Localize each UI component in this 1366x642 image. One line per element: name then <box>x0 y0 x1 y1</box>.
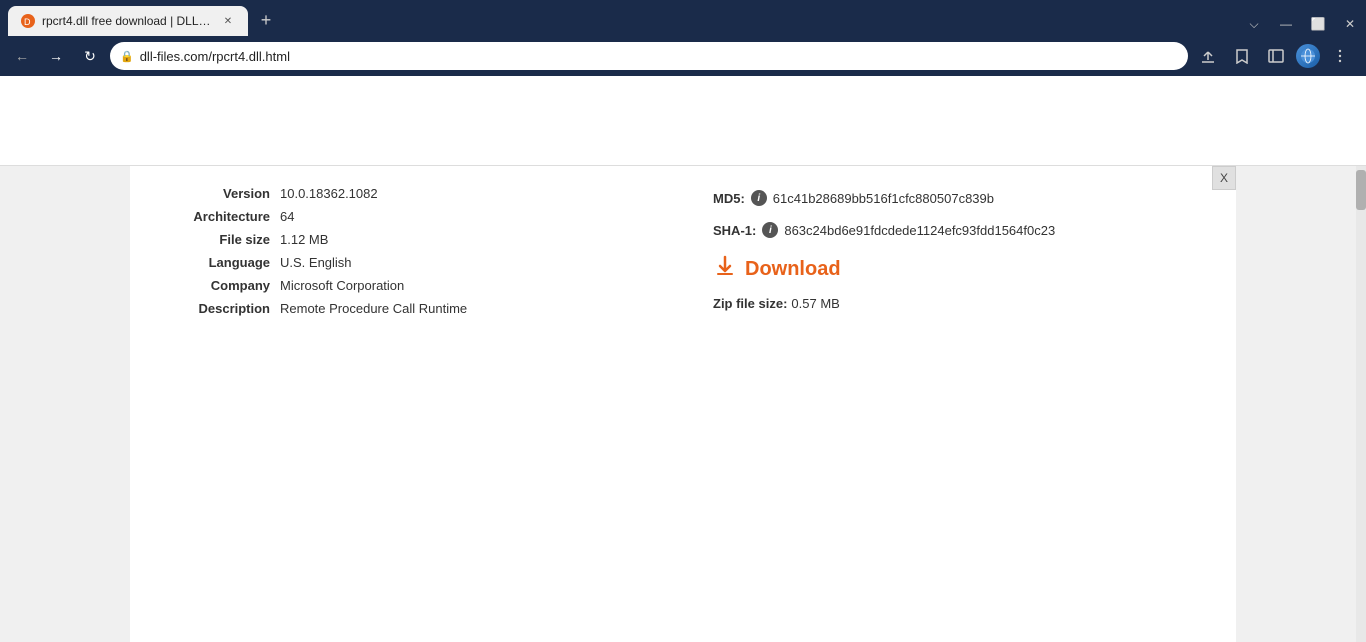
minimize-button[interactable]: — <box>1278 16 1294 32</box>
maximize-button[interactable]: ⬜ <box>1310 16 1326 32</box>
version-value: 10.0.18362.1082 <box>280 186 378 201</box>
reload-button[interactable]: ↻ <box>76 42 104 70</box>
main-content: X Version 10.0.18362.1082 Architecture 6… <box>0 166 1366 642</box>
sha1-info-icon[interactable]: i <box>762 222 778 238</box>
description-value: Remote Procedure Call Runtime <box>280 301 467 316</box>
back-button[interactable]: ← <box>8 42 36 70</box>
address-input-wrap[interactable]: 🔒 dll-files.com/rpcrt4.dll.html <box>110 42 1188 70</box>
language-row: Language U.S. English <box>160 255 653 270</box>
lock-icon: 🔒 <box>120 50 134 63</box>
tab-bar: D rpcrt4.dll free download | DLL-fi... ✕… <box>0 0 1366 36</box>
forward-button[interactable]: → <box>42 42 70 70</box>
zip-label: Zip file size: <box>713 296 787 311</box>
bookmark-button[interactable] <box>1228 42 1256 70</box>
address-text: dll-files.com/rpcrt4.dll.html <box>140 49 1178 64</box>
sidebar-button[interactable] <box>1262 42 1290 70</box>
new-tab-button[interactable]: + <box>252 6 280 34</box>
md5-row: MD5: i 61c41b28689bb516f1cfc880507c839b <box>713 190 1206 206</box>
content-panel: X Version 10.0.18362.1082 Architecture 6… <box>130 166 1236 642</box>
right-sidebar <box>1236 166 1366 642</box>
toolbar-right <box>1194 42 1358 70</box>
company-row: Company Microsoft Corporation <box>160 278 653 293</box>
browser-content-area: X Version 10.0.18362.1082 Architecture 6… <box>0 76 1366 642</box>
architecture-value: 64 <box>280 209 294 224</box>
sha1-label: SHA-1: <box>713 223 756 238</box>
version-row: Version 10.0.18362.1082 <box>160 186 653 201</box>
close-button[interactable]: ✕ <box>1342 16 1358 32</box>
filesize-row: File size 1.12 MB <box>160 232 653 247</box>
tab-title: rpcrt4.dll free download | DLL-fi... <box>42 14 214 28</box>
company-label: Company <box>160 278 280 293</box>
language-value: U.S. English <box>280 255 352 270</box>
file-info-table: Version 10.0.18362.1082 Architecture 64 … <box>160 186 653 622</box>
active-tab[interactable]: D rpcrt4.dll free download | DLL-fi... ✕ <box>8 6 248 36</box>
menu-button[interactable] <box>1326 42 1354 70</box>
download-button[interactable]: Download <box>713 254 1206 284</box>
ad-banner <box>0 76 1366 166</box>
description-row: Description Remote Procedure Call Runtim… <box>160 301 653 316</box>
description-label: Description <box>160 301 280 316</box>
browser-window: D rpcrt4.dll free download | DLL-fi... ✕… <box>0 0 1366 642</box>
tab-favicon: D <box>20 13 36 29</box>
language-label: Language <box>160 255 280 270</box>
page-content: X Version 10.0.18362.1082 Architecture 6… <box>0 76 1366 642</box>
tab-close-button[interactable]: ✕ <box>220 13 236 29</box>
md5-info-icon[interactable]: i <box>751 190 767 206</box>
architecture-row: Architecture 64 <box>160 209 653 224</box>
sha1-row: SHA-1: i 863c24bd6e91fdcdede1124efc93fdd… <box>713 222 1206 238</box>
version-label: Version <box>160 186 280 201</box>
md5-label: MD5: <box>713 191 745 206</box>
md5-value: 61c41b28689bb516f1cfc880507c839b <box>773 191 994 206</box>
window-controls: ⌵ — ⬜ ✕ <box>1246 16 1366 36</box>
left-sidebar <box>0 166 130 642</box>
tab-list-button[interactable]: ⌵ <box>1246 16 1262 32</box>
sha1-value: 863c24bd6e91fdcdede1124efc93fdd1564f0c23 <box>784 223 1055 238</box>
filesize-label: File size <box>160 232 280 247</box>
profile-icon[interactable] <box>1296 44 1320 68</box>
download-icon <box>713 254 737 284</box>
address-bar: ← → ↻ 🔒 dll-files.com/rpcrt4.dll.html <box>0 36 1366 76</box>
svg-text:D: D <box>24 17 31 27</box>
filesize-value: 1.12 MB <box>280 232 328 247</box>
zip-row: Zip file size: 0.57 MB <box>713 296 1206 311</box>
architecture-label: Architecture <box>160 209 280 224</box>
share-button[interactable] <box>1194 42 1222 70</box>
close-x-button[interactable]: X <box>1212 166 1236 190</box>
zip-value: 0.57 MB <box>791 296 839 311</box>
company-value: Microsoft Corporation <box>280 278 404 293</box>
right-panel: MD5: i 61c41b28689bb516f1cfc880507c839b … <box>713 186 1206 622</box>
download-label: Download <box>745 258 841 281</box>
